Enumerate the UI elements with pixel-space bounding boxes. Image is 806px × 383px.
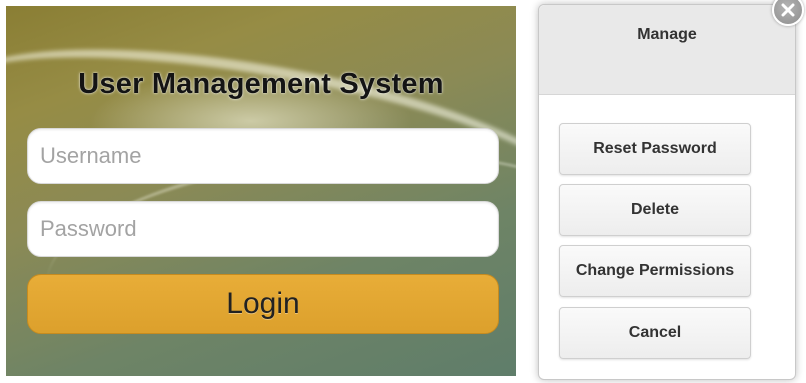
close-icon xyxy=(781,3,795,17)
manage-popup: Manage Reset Password Delete Change Perm… xyxy=(538,4,796,380)
popup-title: Manage xyxy=(637,26,697,43)
popup-header: Manage xyxy=(539,5,795,95)
cancel-button[interactable]: Cancel xyxy=(559,307,751,359)
change-permissions-button[interactable]: Change Permissions xyxy=(559,245,751,297)
delete-button[interactable]: Delete xyxy=(559,184,751,236)
login-panel: User Management System Login xyxy=(6,6,516,376)
login-button[interactable]: Login xyxy=(27,274,499,334)
reset-password-button[interactable]: Reset Password xyxy=(559,123,751,175)
password-field[interactable] xyxy=(27,201,499,257)
username-field[interactable] xyxy=(27,128,499,184)
login-title: User Management System xyxy=(78,68,444,100)
close-button[interactable] xyxy=(772,0,804,26)
